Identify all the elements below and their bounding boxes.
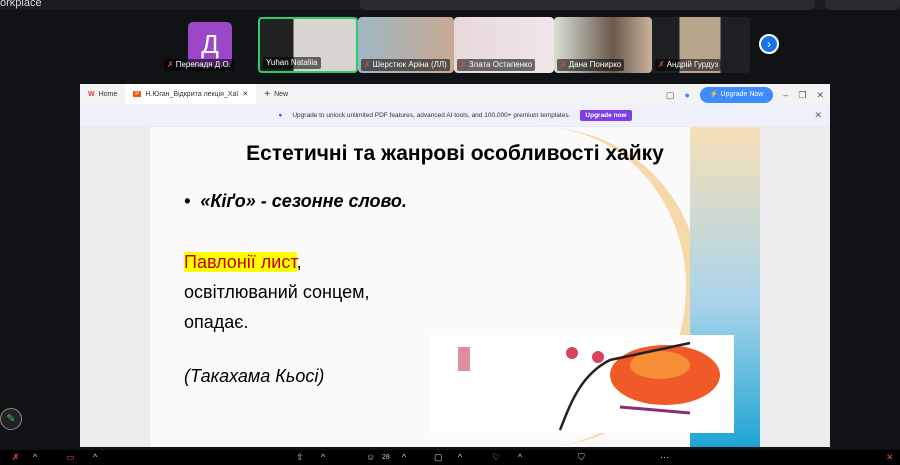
top-segment: [360, 0, 815, 10]
participant-tile[interactable]: ✗ Дана Понирко: [554, 17, 652, 73]
haiku-author: (Такахама Кьосі): [184, 366, 325, 386]
close-banner-icon[interactable]: ✕: [814, 110, 822, 121]
top-segment: [825, 0, 900, 10]
mic-muted-icon[interactable]: ✗: [12, 452, 20, 463]
share-screen-icon[interactable]: ⇧: [296, 452, 304, 463]
banner-text: Upgrade to unlock unlimited PDF features…: [292, 111, 571, 119]
tab-label: New: [274, 90, 289, 98]
chevron-up-icon[interactable]: ^: [33, 452, 37, 463]
video-off-icon[interactable]: ▭: [66, 452, 75, 463]
account-icon[interactable]: ●: [684, 89, 689, 101]
chevron-up-icon[interactable]: ^: [93, 452, 97, 463]
sun-branch-image: [430, 335, 734, 433]
haiku: Павлонії лист, освітлюваний сонцем, опад…: [184, 247, 370, 337]
poem-line: освітлюваний сонцем,: [184, 282, 370, 302]
muted-mic-icon: ✗: [560, 60, 567, 69]
meeting-toolbar: ✗ ^ ▭ ^ ⇧ ^ ☺ 28 ^ ▢ ^ ♡ ^ ⛉ ⋯ ✕: [0, 450, 900, 465]
leave-icon[interactable]: ✕: [886, 452, 894, 463]
browser-tabs: W Home P Н.Юган_Відкрита лекція_Хаї ✕ + New …: [80, 84, 830, 104]
tab-label: Н.Юган_Відкрита лекція_Хаї: [145, 90, 239, 98]
participant-tile[interactable]: ✗ Злата Остапенко: [454, 17, 554, 73]
participant-name: Yuhan Nataliia: [266, 58, 318, 67]
participant-tile[interactable]: ✗ Андрій Гурдуз: [652, 17, 750, 73]
window-icon[interactable]: ▢: [666, 89, 675, 101]
muted-mic-icon: ✗: [460, 60, 467, 69]
tab-label: Home: [98, 90, 118, 98]
close-icon[interactable]: ✕: [242, 90, 248, 98]
poem-text: ,: [296, 252, 302, 272]
participant-tile[interactable]: ✗ Перепадя Д.О.: [160, 17, 260, 73]
chevron-up-icon[interactable]: ^: [402, 452, 406, 463]
close-window-icon[interactable]: ✕: [816, 89, 824, 101]
participants-icon[interactable]: ☺: [366, 452, 375, 463]
participant-tile[interactable]: ✗ Шерстюк Аріна (ЛЛ): [358, 17, 454, 73]
shared-screen-window: W Home P Н.Юган_Відкрита лекція_Хаї ✕ + New …: [80, 84, 830, 447]
participant-name: Перепадя Д.О.: [175, 60, 231, 69]
wps-logo-icon: W: [88, 90, 95, 98]
muted-mic-icon: ✗: [658, 60, 665, 69]
security-shield-icon[interactable]: ⛉: [578, 452, 585, 463]
participant-name: Злата Остапенко: [468, 60, 533, 69]
muted-mic-icon: ✗: [364, 60, 371, 69]
top-bar: orkplace: [0, 0, 900, 10]
chevron-up-icon[interactable]: ^: [321, 452, 325, 463]
chevron-up-icon[interactable]: ^: [458, 452, 462, 463]
annotate-pen-icon[interactable]: ✎: [0, 408, 22, 430]
reactions-icon[interactable]: ♡: [492, 452, 500, 463]
slide: Естетичні та жанрові особливості хайку •…: [150, 127, 760, 447]
tab-document[interactable]: P Н.Юган_Відкрита лекція_Хаї ✕: [125, 84, 257, 104]
participants-count: 28: [382, 454, 390, 461]
slide-bullet: • «Кіґо» - сезонне слово.: [184, 191, 407, 211]
participant-tile-active[interactable]: Yuhan Nataliia: [258, 17, 358, 73]
slide-title: Естетичні та жанрові особливості хайку: [246, 142, 664, 165]
tab-home[interactable]: W Home: [80, 84, 125, 104]
poem-line: опадає.: [184, 312, 249, 332]
restore-icon[interactable]: ❐: [798, 89, 806, 101]
upgrade-label: Upgrade Now: [720, 91, 764, 98]
next-page-chevron-icon[interactable]: ›: [759, 34, 779, 54]
upgrade-now-button[interactable]: ⚡ Upgrade Now: [699, 87, 774, 103]
plus-icon: +: [264, 88, 271, 100]
app-title: orkplace: [0, 0, 42, 9]
chat-icon[interactable]: ▢: [434, 452, 443, 463]
presentation-icon: P: [133, 91, 142, 97]
chevron-up-icon[interactable]: ^: [518, 452, 522, 463]
highlighted-text: Павлонії лист: [184, 252, 297, 272]
minimize-icon[interactable]: –: [783, 89, 788, 101]
participant-name: Дана Понирко: [568, 60, 622, 69]
participant-name: Андрій Гурдуз: [666, 60, 719, 69]
bullet-text: «Кіґо» - сезонне слово.: [200, 191, 407, 211]
upgrade-banner: ● Upgrade to unlock unlimited PDF featur…: [80, 104, 830, 126]
participant-name: Шерстюк Аріна (ЛЛ): [372, 60, 447, 69]
more-icon[interactable]: ⋯: [660, 452, 669, 463]
upgrade-now-banner-button[interactable]: Upgrade now: [580, 109, 632, 121]
muted-mic-icon: ✗: [167, 60, 174, 69]
info-icon: ●: [278, 111, 283, 119]
tab-new[interactable]: + New: [256, 84, 296, 104]
